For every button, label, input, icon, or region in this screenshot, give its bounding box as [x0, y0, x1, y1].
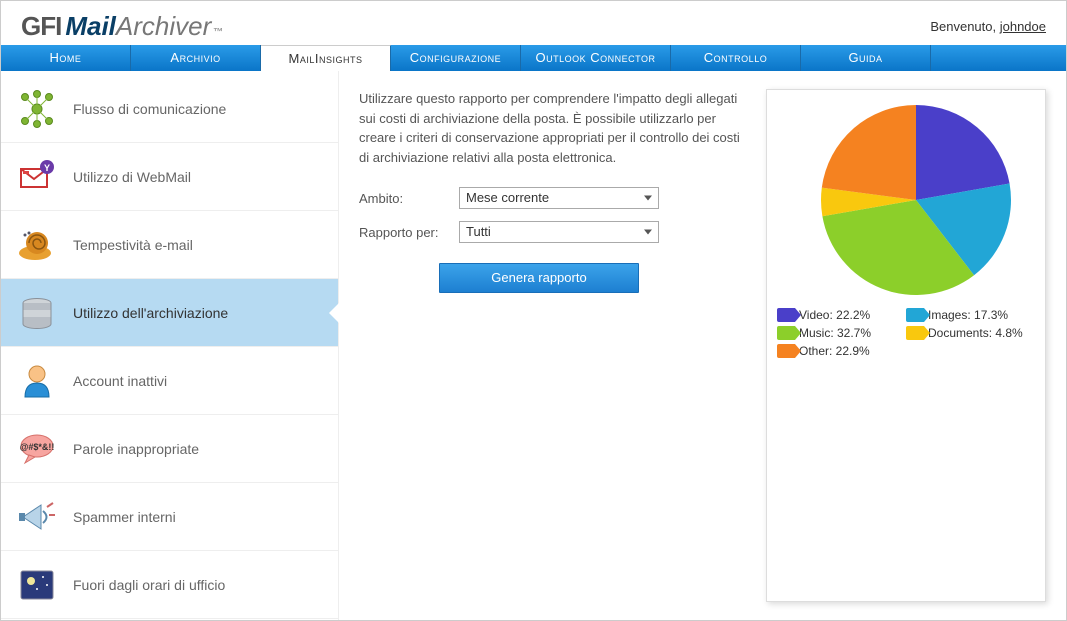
nav-configurazione[interactable]: Configurazione [391, 45, 521, 71]
sidebar-item-label: Utilizzo di WebMail [73, 169, 191, 185]
legend-swatch [906, 326, 924, 340]
sidebar-item-out-of-hours[interactable]: Fuori dagli orari di ufficio [1, 551, 338, 619]
database-icon [15, 291, 59, 335]
legend-item-video: Video: 22.2% [777, 308, 906, 322]
sidebar-item-communication-flow[interactable]: Flusso di comunicazione [1, 75, 338, 143]
nav-guida[interactable]: Guida [801, 45, 931, 71]
nav-home[interactable]: Home [1, 45, 131, 71]
speech-bubble-icon: @#$*&!! [15, 427, 59, 471]
pie-slice-other [822, 105, 916, 200]
chart-panel: Video: 22.2% Images: 17.3% Music: 32.7% Doc… [766, 89, 1046, 602]
sidebar: Flusso di comunicazione Y Utilizzo di We… [1, 71, 339, 620]
sidebar-item-label: Utilizzo dell'archiviazione [73, 305, 228, 321]
webmail-icon: Y [15, 155, 59, 199]
legend-label: Images: 17.3% [928, 308, 1008, 322]
legend-swatch [777, 308, 795, 322]
chart-legend: Video: 22.2% Images: 17.3% Music: 32.7% Doc… [777, 308, 1035, 362]
logo-archiver-text: Archiver [116, 11, 211, 42]
legend-item-images: Images: 17.3% [906, 308, 1035, 322]
sidebar-item-label: Spammer interni [73, 509, 176, 525]
legend-swatch [906, 308, 924, 322]
report-description: Utilizzare questo rapporto per comprende… [359, 89, 746, 167]
sidebar-item-label: Parole inappropriate [73, 441, 199, 457]
svg-text:Y: Y [44, 163, 50, 173]
nav-mailinsights[interactable]: MailInsights [261, 45, 391, 71]
sidebar-item-inactive-accounts[interactable]: Account inattivi [1, 347, 338, 415]
logo-mail-text: Mail [65, 11, 116, 42]
main-navbar: Home Archivio MailInsights Configurazion… [1, 45, 1066, 71]
legend-label: Documents: 4.8% [928, 326, 1023, 340]
legend-swatch [777, 326, 795, 340]
header: GFI MailArchiver™ Benvenuto, johndoe [1, 1, 1066, 45]
svg-text:@#$*&!!: @#$*&!! [20, 442, 55, 452]
pie-chart [786, 100, 1026, 300]
scope-select[interactable]: Mese corrente [459, 187, 659, 209]
sidebar-item-inappropriate-words[interactable]: @#$*&!! Parole inappropriate [1, 415, 338, 483]
pie-chart-svg [786, 100, 1026, 300]
pie-slice-video [916, 105, 1010, 200]
legend-item-music: Music: 32.7% [777, 326, 906, 340]
sidebar-item-label: Flusso di comunicazione [73, 101, 226, 117]
nav-controllo[interactable]: Controllo [671, 45, 801, 71]
legend-item-other: Other: 22.9% [777, 344, 906, 358]
nav-archivio[interactable]: Archivio [131, 45, 261, 71]
legend-item-documents: Documents: 4.8% [906, 326, 1035, 340]
username-link[interactable]: johndoe [1000, 19, 1046, 34]
legend-swatch [777, 344, 795, 358]
sidebar-item-label: Tempestività e-mail [73, 237, 193, 253]
sidebar-item-storage-usage[interactable]: Utilizzo dell'archiviazione [1, 279, 338, 347]
legend-label: Other: 22.9% [799, 344, 870, 358]
report-for-row: Rapporto per: Tutti [359, 221, 746, 243]
sidebar-item-email-timeliness[interactable]: Tempestività e-mail [1, 211, 338, 279]
network-icon [15, 87, 59, 131]
sidebar-item-internal-spammers[interactable]: Spammer interni [1, 483, 338, 551]
nav-outlook-connector[interactable]: Outlook Connector [521, 45, 671, 71]
app-logo: GFI MailArchiver™ [21, 11, 223, 42]
welcome-message: Benvenuto, johndoe [930, 19, 1046, 34]
night-window-icon [15, 563, 59, 607]
generate-report-button[interactable]: Genera rapporto [439, 263, 639, 293]
megaphone-icon [15, 495, 59, 539]
sidebar-item-label: Account inattivi [73, 373, 167, 389]
logo-gfi-text: GFI [21, 11, 61, 42]
legend-label: Video: 22.2% [799, 308, 870, 322]
snail-icon [15, 223, 59, 267]
user-icon [15, 359, 59, 403]
content-area: Flusso di comunicazione Y Utilizzo di We… [1, 71, 1066, 620]
sidebar-item-label: Fuori dagli orari di ufficio [73, 577, 225, 593]
report-for-select[interactable]: Tutti [459, 221, 659, 243]
report-config-panel: Utilizzare questo rapporto per comprende… [359, 89, 746, 602]
trademark-symbol: ™ [213, 27, 223, 38]
scope-label: Ambito: [359, 191, 459, 206]
sidebar-item-webmail-usage[interactable]: Y Utilizzo di WebMail [1, 143, 338, 211]
report-for-label: Rapporto per: [359, 225, 459, 240]
main-panel: Utilizzare questo rapporto per comprende… [339, 71, 1066, 620]
legend-label: Music: 32.7% [799, 326, 871, 340]
scope-row: Ambito: Mese corrente [359, 187, 746, 209]
